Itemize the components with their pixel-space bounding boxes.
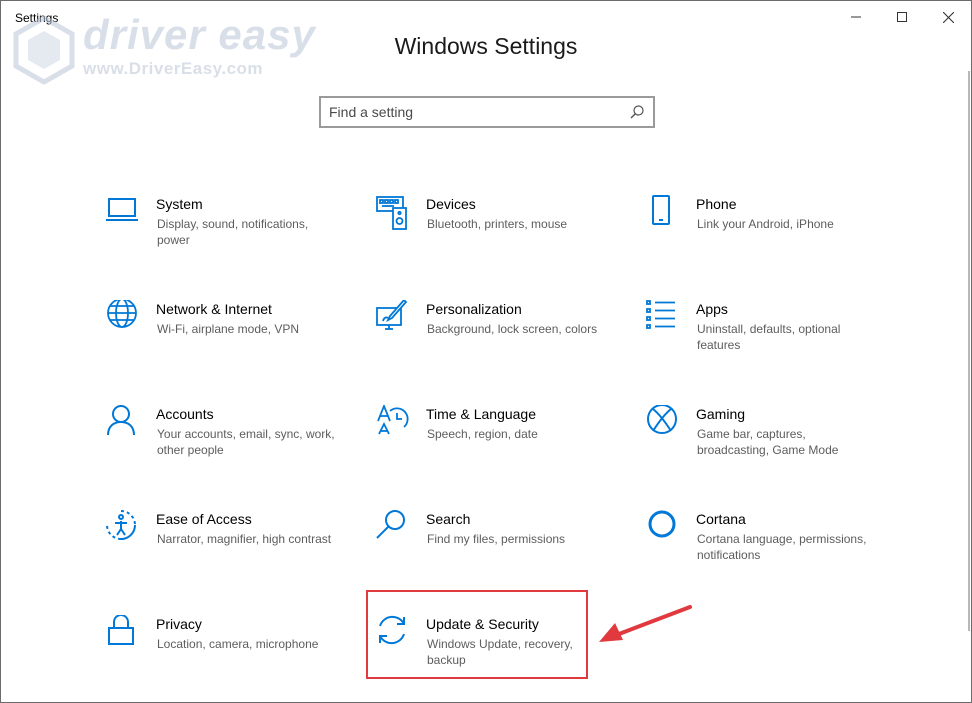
person-icon bbox=[106, 405, 142, 441]
search-input[interactable] bbox=[329, 102, 619, 122]
tile-label: Personalization bbox=[426, 301, 522, 317]
minimize-icon bbox=[851, 16, 861, 18]
tile-label: System bbox=[156, 196, 203, 212]
tile-privacy[interactable]: Privacy Location, camera, microphone bbox=[106, 615, 361, 695]
tile-description: Game bar, captures, broadcasting, Game M… bbox=[697, 427, 839, 457]
tile-label: Search bbox=[426, 511, 471, 527]
tile-label: Accounts bbox=[156, 406, 214, 422]
close-icon bbox=[942, 11, 954, 23]
tile-phone[interactable]: Phone Link your Android, iPhone bbox=[646, 195, 901, 275]
tile-devices[interactable]: Devices Bluetooth, printers, mouse bbox=[376, 195, 631, 275]
paintbrush-icon bbox=[376, 300, 412, 336]
tile-system[interactable]: System Display, sound, notifications, po… bbox=[106, 195, 361, 275]
tile-description: Display, sound, notifications, power bbox=[157, 217, 309, 247]
tile-apps[interactable]: Apps Uninstall, defaults, optional featu… bbox=[646, 300, 901, 380]
tile-description: Your accounts, email, sync, work, other … bbox=[157, 427, 335, 457]
tile-description: Background, lock screen, colors bbox=[427, 322, 598, 336]
globe-icon bbox=[106, 300, 142, 336]
tile-network-internet[interactable]: Network & Internet Wi-Fi, airplane mode,… bbox=[106, 300, 361, 380]
settings-window: Settings driver easy www.DriverEasy.com … bbox=[0, 0, 972, 703]
lock-icon bbox=[106, 615, 142, 651]
scrollbar[interactable] bbox=[968, 71, 970, 631]
magnifier-icon bbox=[376, 510, 412, 546]
tile-personalization[interactable]: Personalization Background, lock screen,… bbox=[376, 300, 631, 380]
tile-label: Time & Language bbox=[426, 406, 536, 422]
phone-icon bbox=[646, 195, 682, 231]
tile-description: Uninstall, defaults, optional features bbox=[697, 322, 841, 352]
tile-description: Link your Android, iPhone bbox=[697, 217, 834, 231]
tile-description: Bluetooth, printers, mouse bbox=[427, 217, 568, 231]
tile-time-language[interactable]: Time & Language Speech, region, date bbox=[376, 405, 631, 485]
tile-ease-of-access[interactable]: Ease of Access Narrator, magnifier, high… bbox=[106, 510, 361, 590]
devices-icon bbox=[376, 195, 412, 231]
tile-label: Ease of Access bbox=[156, 511, 252, 527]
tile-label: Devices bbox=[426, 196, 476, 212]
tile-search[interactable]: Search Find my files, permissions bbox=[376, 510, 631, 590]
tile-description: Wi-Fi, airplane mode, VPN bbox=[157, 322, 300, 336]
tile-label: Apps bbox=[696, 301, 728, 317]
minimize-button[interactable] bbox=[833, 1, 879, 33]
tile-label: Privacy bbox=[156, 616, 202, 632]
time-language-icon bbox=[376, 405, 412, 441]
tile-cortana[interactable]: Cortana Cortana language, permissions, n… bbox=[646, 510, 901, 590]
ease-of-access-icon bbox=[106, 510, 142, 546]
tile-label: Cortana bbox=[696, 511, 746, 527]
tile-accounts[interactable]: Accounts Your accounts, email, sync, wor… bbox=[106, 405, 361, 485]
watermark-url: www.DriverEasy.com bbox=[83, 59, 264, 78]
highlight-box bbox=[366, 590, 588, 679]
title-bar: Settings bbox=[1, 1, 971, 33]
tile-description: Narrator, magnifier, high contrast bbox=[157, 532, 332, 546]
annotation-arrow-icon bbox=[599, 605, 692, 642]
search-box[interactable] bbox=[319, 96, 655, 128]
tile-gaming[interactable]: Gaming Game bar, captures, broadcasting,… bbox=[646, 405, 901, 485]
tile-label: Phone bbox=[696, 196, 737, 212]
tile-label: Gaming bbox=[696, 406, 746, 422]
maximize-icon bbox=[897, 12, 907, 22]
tile-description: Location, camera, microphone bbox=[157, 637, 319, 651]
close-button[interactable] bbox=[925, 1, 971, 33]
tile-description: Speech, region, date bbox=[427, 427, 538, 441]
search-icon[interactable] bbox=[629, 104, 645, 120]
xbox-icon bbox=[646, 405, 682, 441]
page-title: Windows Settings bbox=[394, 33, 578, 59]
cortana-icon bbox=[646, 510, 682, 546]
tile-label: Network & Internet bbox=[156, 301, 272, 317]
laptop-icon bbox=[106, 195, 142, 231]
apps-list-icon bbox=[646, 300, 682, 336]
maximize-button[interactable] bbox=[879, 1, 925, 33]
tile-description: Cortana language, permissions, notificat… bbox=[697, 532, 867, 562]
tile-description: Find my files, permissions bbox=[427, 532, 566, 546]
window-title: Settings bbox=[15, 11, 59, 25]
